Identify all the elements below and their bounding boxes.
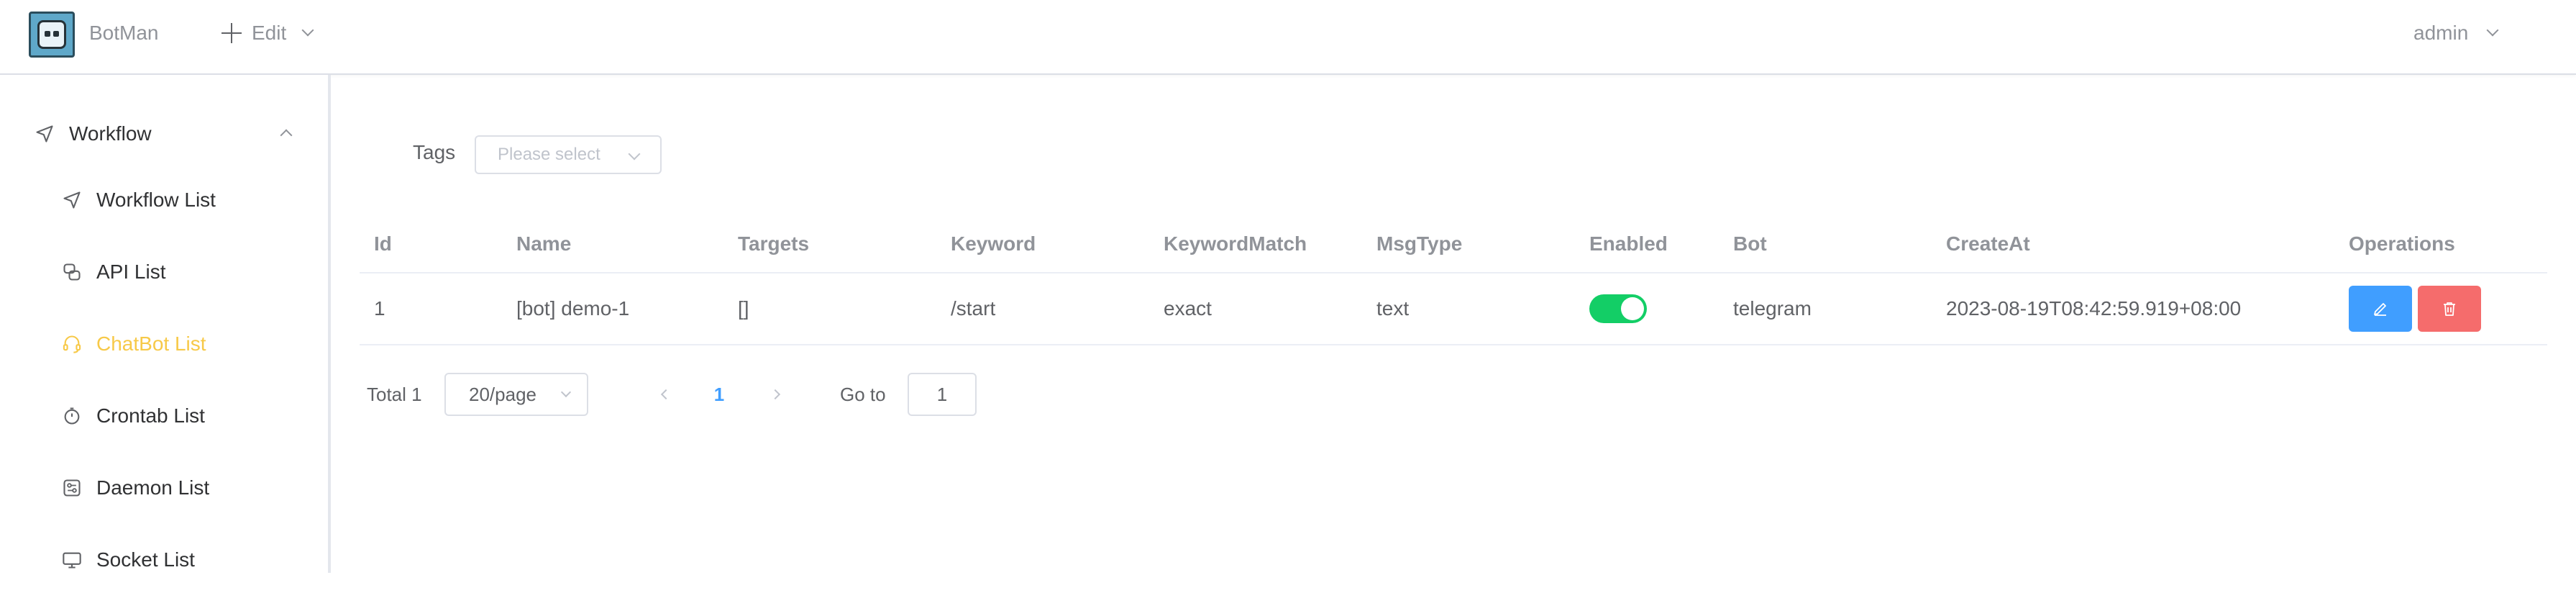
tags-select-placeholder: Please select [498,145,600,164]
cell-keyword: /start [951,297,996,320]
cell-id: 1 [374,297,385,320]
tags-select[interactable]: Please select [475,135,662,174]
delete-button[interactable] [2418,286,2481,332]
column-header-keyword[interactable]: Keyword [951,216,1036,272]
sidebar: Workflow Workflow List API List ChatBot … [0,75,331,573]
cell-createat: 2023-08-19T08:42:59.919+08:00 [1946,297,2242,320]
chatbot-table: Id Name Targets Keyword KeywordMatch Msg… [360,216,2547,345]
column-header-operations: Operations [2349,232,2455,255]
chevron-right-icon [769,389,781,400]
edit-menu-label: Edit [252,22,287,44]
monitor-icon [62,550,82,570]
cell-targets: [] [738,297,749,320]
goto-label: Go to [840,383,886,405]
sidebar-item-api-list[interactable]: API List [0,239,328,305]
next-page-button[interactable] [761,373,790,416]
sidebar-group-workflow[interactable]: Workflow [0,101,328,167]
plus-icon [221,23,242,43]
cell-keywordmatch: exact [1164,297,1212,320]
goto-page-input[interactable]: 1 [908,373,977,416]
app-name: BotMan [89,22,159,44]
sidebar-item-crontab-list[interactable]: Crontab List [0,383,328,449]
cell-enabled [1589,273,1647,344]
tags-filter-label: Tags [413,141,456,163]
column-header-bot[interactable]: Bot [1733,216,1767,272]
sidebar-item-socket-list[interactable]: Socket List [0,527,328,593]
chevron-down-icon [2486,24,2499,37]
edit-icon [2374,303,2386,316]
sidebar-item-chatbot-list[interactable]: ChatBot List [0,311,328,377]
page-size-select[interactable]: 20/page [444,373,588,416]
sidebar-item-label: Workflow List [96,189,216,211]
column-header-msgtype[interactable]: MsgType [1376,216,1462,272]
trash-icon [2444,302,2455,316]
table-header: Id Name Targets Keyword KeywordMatch Msg… [360,216,2547,273]
top-header: BotMan Edit admin [0,0,2576,75]
page-number[interactable]: 1 [705,373,734,416]
chevron-down-icon [628,148,641,160]
daemon-icon [62,478,82,498]
navigation-icon [62,190,82,210]
sidebar-item-label: Crontab List [96,404,205,427]
sidebar-item-label: ChatBot List [96,332,206,355]
user-name: admin [2413,22,2469,44]
pagination: Total 1 20/page 1 Go to 1 [360,373,1366,416]
cell-msgtype: text [1376,297,1410,320]
sidebar-item-workflow-list[interactable]: Workflow List [0,167,328,233]
timer-icon [62,406,82,426]
cell-operations [2349,273,2487,344]
chevron-left-icon [660,389,672,400]
sidebar-group-label: Workflow [69,122,152,145]
sidebar-item-daemon-list[interactable]: Daemon List [0,455,328,521]
column-header-createat[interactable]: CreateAt [1946,216,2030,272]
column-header-keywordmatch[interactable]: KeywordMatch [1164,216,1307,272]
botman-logo-icon[interactable] [29,12,75,58]
chevron-down-icon [560,386,572,398]
sidebar-item-label: Daemon List [96,476,210,499]
chevron-down-icon [301,24,314,37]
navigation-icon [35,124,55,144]
headset-icon [62,334,82,354]
cell-name: [bot] demo-1 [516,297,630,320]
edit-menu-button[interactable]: Edit [221,17,314,49]
sidebar-item-label: Socket List [96,548,195,571]
column-header-enabled[interactable]: Enabled [1589,216,1668,272]
prev-page-button[interactable] [652,373,680,416]
chevron-up-icon [280,129,293,142]
pagination-total: Total 1 [367,383,422,405]
api-icon [62,262,82,282]
column-header-name[interactable]: Name [516,216,571,272]
table-row[interactable]: 1 [bot] demo-1 [] /start exact text tele… [360,273,2547,345]
main-content: Tags Please select Id Name Targets Keywo… [331,75,2576,573]
enabled-toggle[interactable] [1589,294,1647,323]
user-menu-button[interactable]: admin [2413,19,2499,47]
sidebar-item-label: API List [96,261,166,283]
column-header-targets[interactable]: Targets [738,216,809,272]
cell-bot: telegram [1733,297,1812,320]
page-size-value: 20/page [469,383,536,405]
edit-button[interactable] [2349,286,2412,332]
column-header-id[interactable]: Id [374,216,392,272]
